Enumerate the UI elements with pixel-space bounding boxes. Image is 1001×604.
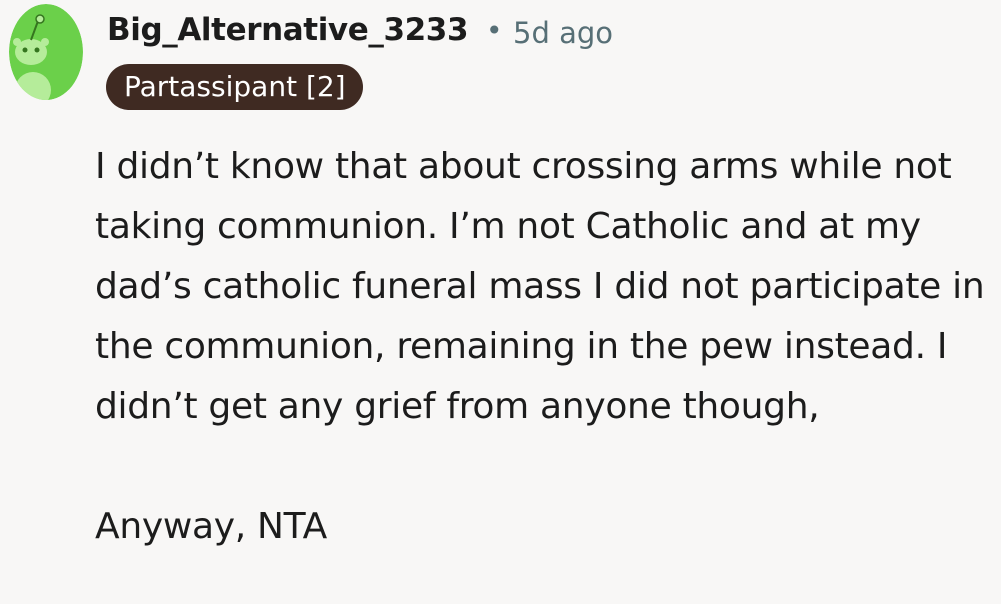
comment-body: I didn’t know that about crossing arms w… xyxy=(95,137,995,557)
username-link[interactable]: Big_Alternative_3233 xyxy=(107,12,469,48)
user-flair-badge: Partassipant [2] xyxy=(106,64,363,110)
user-avatar-icon[interactable] xyxy=(9,4,83,100)
snoo-icon xyxy=(9,4,83,100)
comment: Big_Alternative_3233 • 5d ago Partassipa… xyxy=(0,0,1001,604)
comment-paragraph: I didn’t know that about crossing arms w… xyxy=(95,146,985,427)
separator-dot: • xyxy=(486,14,503,47)
comment-paragraph: Anyway, NTA xyxy=(95,506,327,547)
comment-timestamp[interactable]: 5d ago xyxy=(513,16,613,50)
